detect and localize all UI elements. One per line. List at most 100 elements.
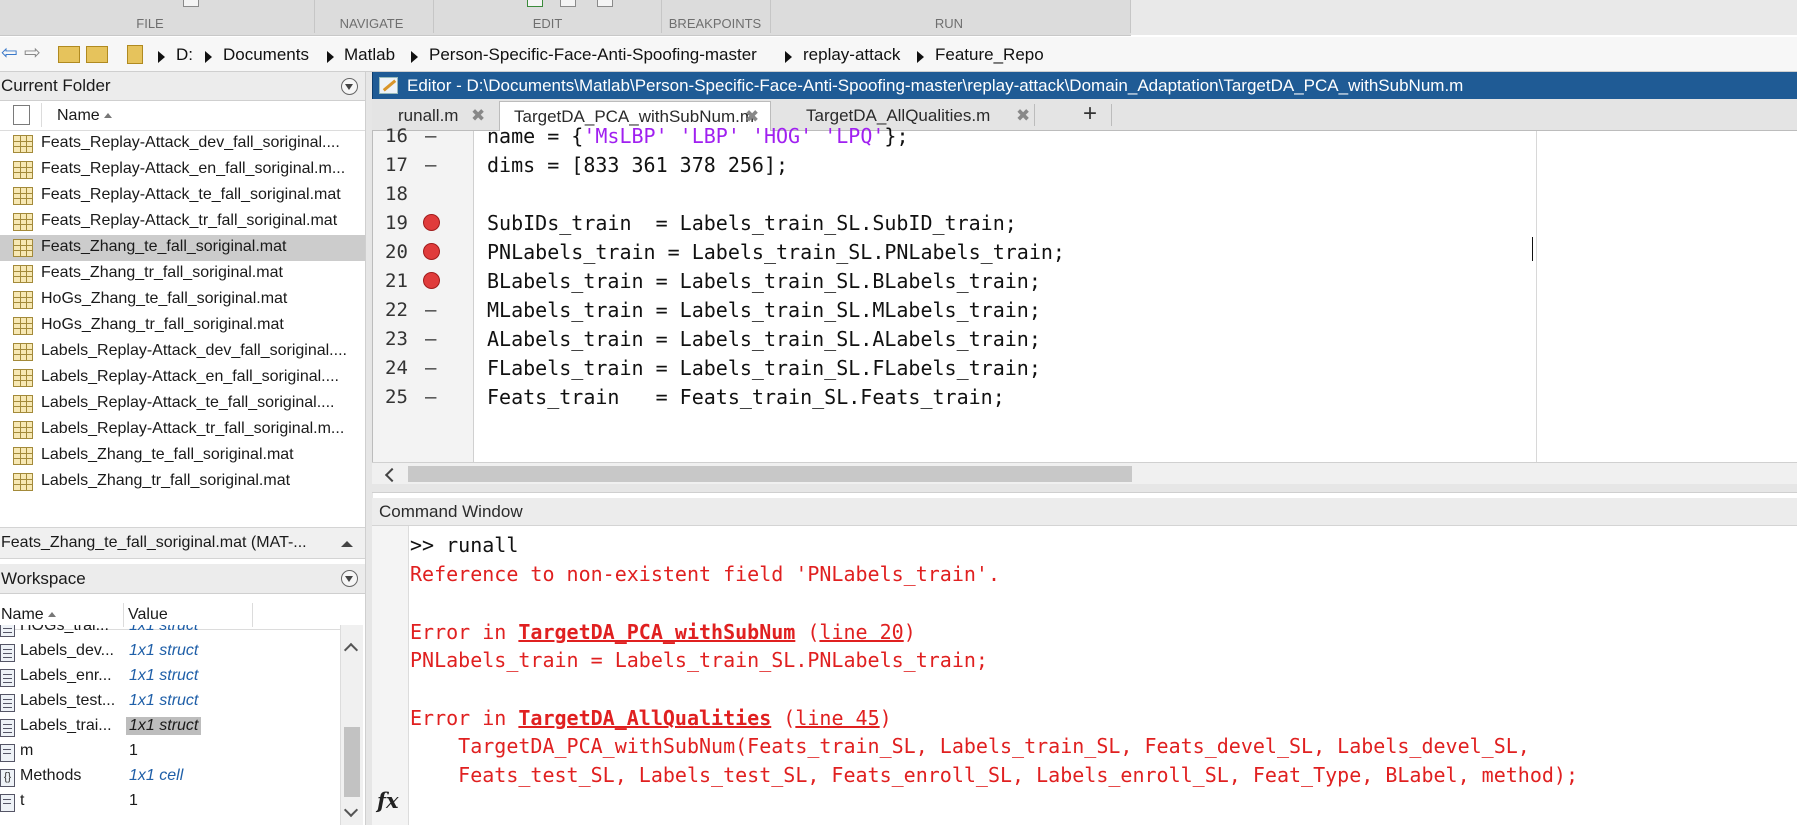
variable-name: Methods [20, 767, 82, 784]
breakpoint-icon[interactable] [423, 214, 440, 231]
workspace-variable[interactable]: HOGs_trai... 1x1 struct [0, 625, 340, 640]
file-list-item[interactable]: Labels_Zhang_tr_fall_soriginal.mat [0, 469, 365, 495]
error-function-link[interactable]: TargetDA_PCA_withSubNum [518, 620, 795, 644]
breadcrumb-documents[interactable]: Documents [223, 45, 309, 65]
editor-hscrollbar[interactable] [372, 462, 1797, 485]
file-name: Labels_Zhang_tr_fall_soriginal.mat [41, 472, 291, 489]
workspace-scrollbar[interactable] [340, 625, 363, 825]
expand-details-icon[interactable] [341, 541, 353, 547]
scroll-thumb[interactable] [408, 466, 1132, 482]
variable-value: 1 [129, 792, 138, 809]
current-folder-title: Current Folder [1, 76, 111, 95]
ribbon-section-breakpoints: BREAKPOINTS [668, 16, 762, 31]
forward-icon[interactable]: ⇨ [24, 43, 41, 63]
breadcrumb-drive[interactable]: D: [176, 45, 193, 65]
file-list-item[interactable]: HoGs_Zhang_tr_fall_soriginal.mat [0, 313, 365, 339]
file-list: Feats_Replay-Attack_dev_fall_soriginal..… [0, 131, 365, 491]
sort-ascending-icon [47, 612, 56, 618]
scroll-left-icon[interactable] [384, 467, 400, 483]
executable-line-marker[interactable]: – [425, 386, 436, 408]
insert-icon[interactable] [527, 0, 543, 7]
file-list-item[interactable]: Feats_Zhang_te_fall_soriginal.mat [0, 235, 365, 261]
breadcrumb-replay-attack[interactable]: replay-attack [803, 45, 900, 65]
error-line-link[interactable]: line 45 [795, 706, 879, 730]
file-list-item[interactable]: Labels_Replay-Attack_tr_fall_soriginal.m… [0, 417, 365, 443]
variable-value: 1x1 struct [129, 692, 199, 709]
ws-name-column-header[interactable]: Name [1, 606, 56, 624]
variable-value: 1x1 struct [129, 667, 199, 684]
executable-line-marker[interactable]: – [425, 328, 436, 350]
browse-folder-icon[interactable] [86, 46, 108, 63]
save-icon[interactable] [183, 0, 199, 7]
executable-line-marker[interactable]: – [425, 357, 436, 379]
error-code-1: PNLabels_train = Labels_train_SL.PNLabel… [410, 648, 988, 672]
executable-line-marker[interactable]: – [425, 125, 436, 147]
workspace-variable[interactable]: Labels_enr... 1x1 struct [0, 665, 340, 690]
breadcrumb-project[interactable]: Person-Specific-Face-Anti-Spoofing-maste… [429, 45, 757, 65]
file-list-item[interactable]: Feats_Replay-Attack_te_fall_soriginal.ma… [0, 183, 365, 209]
file-list-item[interactable]: Labels_Replay-Attack_te_fall_soriginal..… [0, 391, 365, 417]
mat-file-icon [13, 265, 33, 283]
up-folder-icon[interactable] [58, 46, 80, 63]
workspace-variable[interactable]: t1 [0, 790, 340, 815]
file-list-item[interactable]: Labels_Replay-Attack_en_fall_soriginal..… [0, 365, 365, 391]
code-text: BLabels_train = Labels_train_SL.BLabels_… [487, 269, 1041, 293]
error-trace-1: Error in TargetDA_PCA_withSubNum (line 2… [410, 620, 916, 644]
command-window[interactable]: fx >> runall Reference to non-existent f… [372, 526, 1797, 825]
executable-line-marker[interactable]: – [425, 154, 436, 176]
breakpoint-icon[interactable] [423, 243, 440, 260]
back-icon[interactable]: ⇦ [1, 43, 18, 63]
file-name: Labels_Zhang_te_fall_soriginal.mat [41, 446, 294, 463]
details-panel[interactable]: Feats_Zhang_te_fall_soriginal.mat (MAT-.… [0, 527, 365, 559]
function-browser-icon[interactable]: fx [377, 788, 399, 813]
ws-value-column-header[interactable]: Value [128, 606, 168, 624]
scroll-up-icon[interactable] [343, 642, 359, 658]
address-bar[interactable]: ⇦ ⇨ D: Documents Matlab Person-Specific-… [0, 37, 1797, 72]
horizontal-splitter[interactable] [372, 484, 1797, 493]
workspace-variable[interactable]: Labels_dev... 1x1 struct [0, 640, 340, 665]
variable-value: 1x1 struct [129, 642, 199, 659]
variable-value: 1x1 cell [129, 767, 184, 784]
executable-line-marker[interactable]: – [425, 299, 436, 321]
comment-icon[interactable] [560, 0, 576, 7]
breadcrumb-feature-repo[interactable]: Feature_Repo [935, 45, 1044, 65]
file-list-item[interactable]: HoGs_Zhang_te_fall_soriginal.mat [0, 287, 365, 313]
breadcrumb-matlab[interactable]: Matlab [344, 45, 395, 65]
mat-file-icon [13, 473, 33, 491]
mat-file-icon [13, 447, 33, 465]
indent-icon[interactable] [597, 0, 613, 7]
name-column-header[interactable]: Name [57, 107, 112, 125]
workspace-variable[interactable]: m1 [0, 740, 340, 765]
panel-menu-icon[interactable] [341, 78, 358, 95]
file-list-item[interactable]: Feats_Replay-Attack_tr_fall_soriginal.ma… [0, 209, 365, 235]
workspace-variable[interactable]: Labels_test... 1x1 struct [0, 690, 340, 715]
chevron-right-icon [785, 51, 792, 63]
file-list-item[interactable]: Feats_Replay-Attack_dev_fall_soriginal..… [0, 131, 365, 157]
workspace-variable[interactable]: Labels_trai... 1x1 struct [0, 715, 340, 740]
error-function-link[interactable]: TargetDA_AllQualities [518, 706, 771, 730]
variable-value: 1x1 struct [129, 625, 199, 634]
text-caret [1532, 237, 1533, 261]
file-type-icon [13, 105, 30, 125]
file-name: HoGs_Zhang_te_fall_soriginal.mat [41, 290, 288, 307]
file-list-item[interactable]: Feats_Replay-Attack_en_fall_soriginal.m.… [0, 157, 365, 183]
scroll-thumb[interactable] [344, 727, 360, 797]
mat-file-icon [13, 369, 33, 387]
scroll-down-icon[interactable] [343, 802, 359, 818]
current-folder-columns: Name [0, 101, 365, 131]
file-list-item[interactable]: Feats_Zhang_tr_fall_soriginal.mat [0, 261, 365, 287]
error-code-2a: TargetDA_PCA_withSubNum(Feats_train_SL, … [410, 734, 1530, 758]
code-line[interactable]: 25– Feats_train = Feats_train_SL.Feats_tr… [373, 380, 1797, 413]
file-list-item[interactable]: Labels_Zhang_te_fall_soriginal.mat [0, 443, 365, 469]
workspace-variable[interactable]: {} Methods 1x1 cell [0, 765, 340, 790]
command-gutter: fx [372, 526, 409, 825]
panel-menu-icon[interactable] [341, 570, 358, 587]
breakpoint-icon[interactable] [423, 272, 440, 289]
file-list-item[interactable]: Labels_Replay-Attack_dev_fall_soriginal.… [0, 339, 365, 365]
struct-icon [0, 719, 15, 737]
error-line-link[interactable]: line 20 [819, 620, 903, 644]
line-number: 19 [385, 212, 408, 234]
cell-icon: {} [0, 769, 15, 787]
file-name: Labels_Replay-Attack_te_fall_soriginal..… [41, 394, 335, 411]
code-editor[interactable]: 16– name = {'MsLBP' 'LBP' 'HOG' 'LPQ'}; 17… [372, 124, 1797, 462]
